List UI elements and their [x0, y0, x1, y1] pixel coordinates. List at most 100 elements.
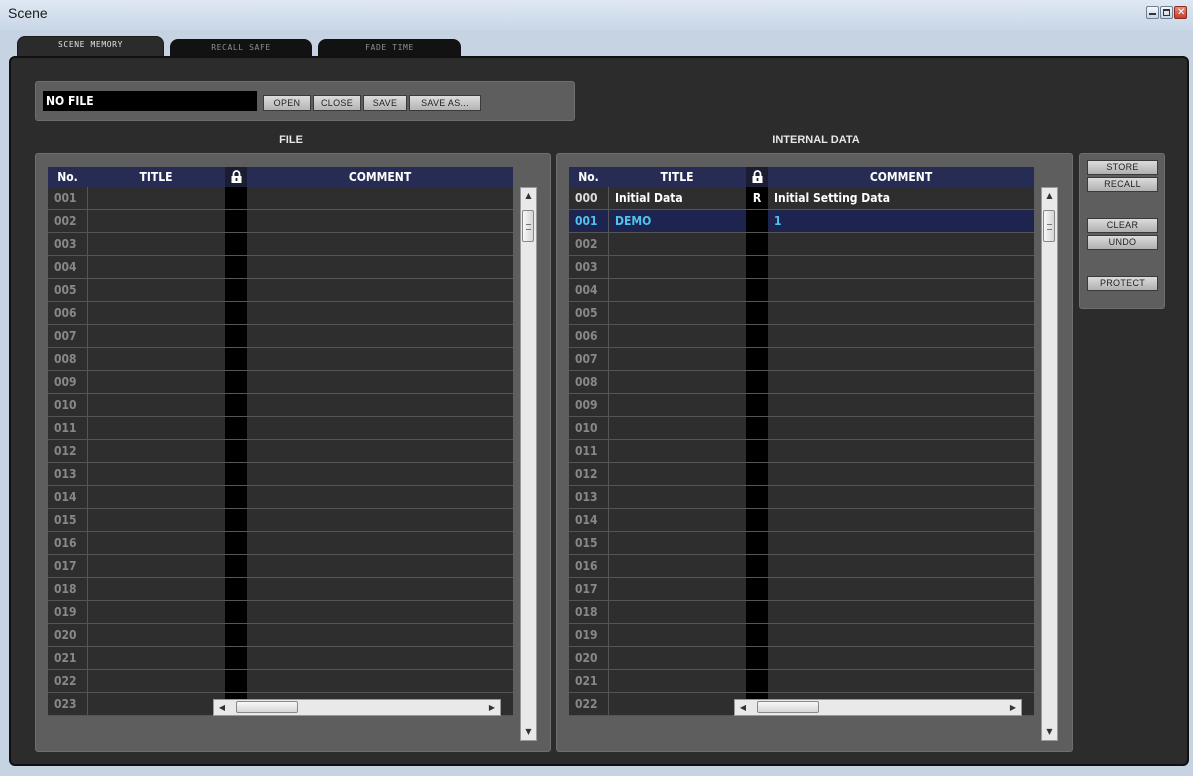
scene-title	[87, 578, 225, 600]
file-table-body: 001 002 003 004 005 006 007 008 009 010 011 012 013 0…	[48, 187, 513, 716]
table-row[interactable]: 000 Initial Data R Initial Setting Data	[569, 187, 1034, 210]
scene-comment	[768, 509, 1034, 531]
internal-vertical-scrollbar[interactable]: ▲ ▼	[1041, 187, 1058, 741]
scene-title	[87, 256, 225, 278]
table-row[interactable]: 019	[48, 601, 513, 624]
table-row[interactable]: 008	[48, 348, 513, 371]
column-header-protect[interactable]	[225, 167, 247, 187]
table-row[interactable]: 022	[48, 670, 513, 693]
scene-number: 004	[54, 260, 77, 274]
save-button[interactable]: SAVE	[363, 95, 407, 111]
internal-horizontal-scrollbar[interactable]: ◀ ▶	[734, 699, 1022, 716]
table-row[interactable]: 015	[48, 509, 513, 532]
table-row[interactable]: 017	[569, 578, 1034, 601]
scroll-thumb[interactable]	[522, 210, 534, 242]
close-icon: ✕	[1177, 7, 1186, 18]
scroll-thumb[interactable]	[236, 701, 298, 713]
scroll-up-icon[interactable]: ▲	[1042, 188, 1057, 204]
scroll-thumb[interactable]	[1043, 210, 1055, 242]
table-row[interactable]: 020	[48, 624, 513, 647]
table-row[interactable]: 010	[569, 417, 1034, 440]
table-row[interactable]: 004	[569, 279, 1034, 302]
close-file-button[interactable]: CLOSE	[313, 95, 361, 111]
column-header-title[interactable]: TITLE	[87, 167, 225, 187]
table-row[interactable]: 019	[569, 624, 1034, 647]
table-row[interactable]: 006	[48, 302, 513, 325]
table-row[interactable]: 002	[48, 210, 513, 233]
minimize-button[interactable]	[1146, 6, 1159, 19]
column-header-comment[interactable]: COMMENT	[768, 167, 1034, 187]
save-as-button[interactable]: SAVE AS...	[409, 95, 481, 111]
table-row[interactable]: 012	[48, 440, 513, 463]
column-header-no[interactable]: No.	[569, 167, 608, 187]
scroll-right-icon[interactable]: ▶	[484, 700, 500, 715]
table-row[interactable]: 017	[48, 555, 513, 578]
scroll-thumb[interactable]	[757, 701, 819, 713]
table-row[interactable]: 008	[569, 371, 1034, 394]
table-row[interactable]: 021	[569, 670, 1034, 693]
table-row[interactable]: 009	[48, 371, 513, 394]
table-row[interactable]: 012	[569, 463, 1034, 486]
table-row[interactable]: 005	[48, 279, 513, 302]
table-row[interactable]: 001	[48, 187, 513, 210]
table-row[interactable]: 016	[569, 555, 1034, 578]
table-row[interactable]: 011	[569, 440, 1034, 463]
scene-number: 003	[54, 237, 77, 251]
protect-button[interactable]: PROTECT	[1087, 276, 1158, 291]
table-row[interactable]: 003	[569, 256, 1034, 279]
column-header-no[interactable]: No.	[48, 167, 87, 187]
table-row[interactable]: 014	[569, 509, 1034, 532]
table-row[interactable]: 001 DEMO 1	[569, 210, 1034, 233]
scene-title	[87, 463, 225, 485]
table-row[interactable]: 010	[48, 394, 513, 417]
store-button[interactable]: STORE	[1087, 160, 1158, 175]
scene-title	[608, 624, 746, 646]
table-row[interactable]: 020	[569, 647, 1034, 670]
scroll-up-icon[interactable]: ▲	[521, 188, 536, 204]
table-row[interactable]: 004	[48, 256, 513, 279]
scene-comment	[247, 302, 513, 324]
table-row[interactable]: 018	[48, 578, 513, 601]
scene-protect	[746, 371, 768, 393]
scroll-right-icon[interactable]: ▶	[1005, 700, 1021, 715]
scene-title	[87, 325, 225, 347]
table-row[interactable]: 013	[48, 463, 513, 486]
table-row[interactable]: 009	[569, 394, 1034, 417]
table-row[interactable]: 018	[569, 601, 1034, 624]
column-header-protect[interactable]	[746, 167, 768, 187]
scene-protect	[746, 509, 768, 531]
table-row[interactable]: 014	[48, 486, 513, 509]
table-row[interactable]: 007	[48, 325, 513, 348]
scroll-down-icon[interactable]: ▼	[1042, 724, 1057, 740]
open-button[interactable]: OPEN	[263, 95, 311, 111]
scene-protect	[225, 256, 247, 278]
table-row[interactable]: 005	[569, 302, 1034, 325]
file-vertical-scrollbar[interactable]: ▲ ▼	[520, 187, 537, 741]
scene-comment	[247, 394, 513, 416]
scroll-left-icon[interactable]: ◀	[735, 700, 751, 715]
clear-button[interactable]: CLEAR	[1087, 218, 1158, 233]
scroll-down-icon[interactable]: ▼	[521, 724, 536, 740]
table-row[interactable]: 016	[48, 532, 513, 555]
table-row[interactable]: 007	[569, 348, 1034, 371]
table-row[interactable]: 006	[569, 325, 1034, 348]
recall-button[interactable]: RECALL	[1087, 177, 1158, 192]
scene-comment	[768, 256, 1034, 278]
scene-comment	[247, 486, 513, 508]
scene-number: 023	[54, 697, 77, 711]
scroll-left-icon[interactable]: ◀	[214, 700, 230, 715]
maximize-button[interactable]	[1160, 6, 1173, 19]
undo-button[interactable]: UNDO	[1087, 235, 1158, 250]
table-row[interactable]: 002	[569, 233, 1034, 256]
scene-protect	[225, 647, 247, 669]
table-row[interactable]: 003	[48, 233, 513, 256]
column-header-comment[interactable]: COMMENT	[247, 167, 513, 187]
table-row[interactable]: 015	[569, 532, 1034, 555]
table-row[interactable]: 013	[569, 486, 1034, 509]
close-button[interactable]: ✕	[1174, 6, 1187, 19]
table-row[interactable]: 021	[48, 647, 513, 670]
column-header-title[interactable]: TITLE	[608, 167, 746, 187]
maximize-icon	[1163, 9, 1170, 16]
file-horizontal-scrollbar[interactable]: ◀ ▶	[213, 699, 501, 716]
table-row[interactable]: 011	[48, 417, 513, 440]
